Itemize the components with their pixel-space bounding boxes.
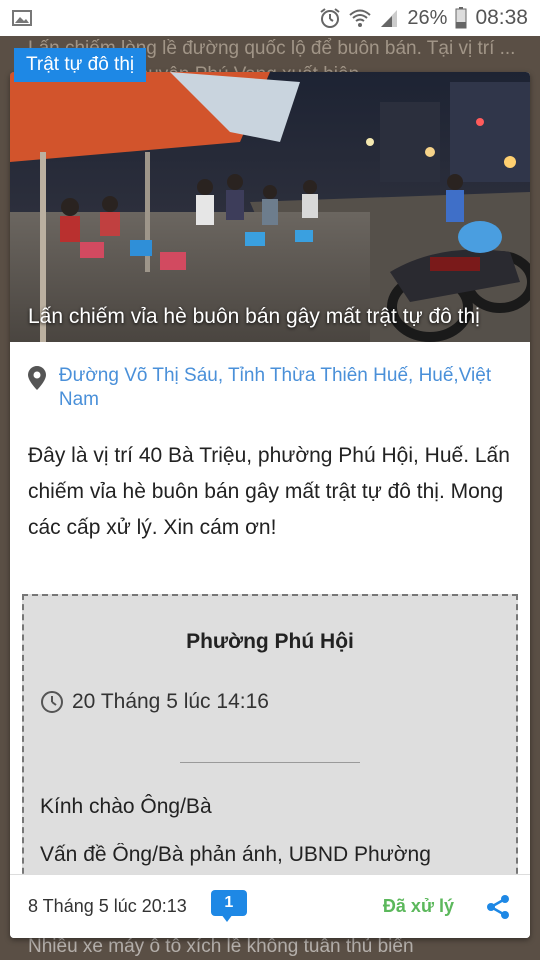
share-icon[interactable] — [484, 893, 512, 921]
battery-icon — [455, 7, 467, 29]
status-bar: 26% 08:38 — [0, 0, 540, 36]
comment-count-button[interactable]: 1 — [210, 889, 247, 924]
clock-time: 08:38 — [475, 6, 528, 29]
category-tag: Trật tự đô thị — [14, 48, 147, 82]
location-row[interactable]: Đường Võ Thị Sáu, Tỉnh Thừa Thiên Huế, H… — [10, 342, 530, 412]
report-description: Đây là vị trí 40 Bà Triệu, phường Phú Hộ… — [28, 444, 510, 539]
response-datetime: 20 Tháng 5 lúc 14:16 — [72, 690, 269, 713]
clock-icon — [40, 690, 64, 714]
battery-percent: 26% — [407, 6, 448, 29]
response-date-row: 20 Tháng 5 lúc 14:16 — [40, 690, 516, 714]
response-divider — [180, 762, 360, 763]
response-body: Vấn đề Ông/Bà phản ánh, UBND Phường — [40, 843, 431, 866]
alarm-icon — [319, 7, 341, 29]
location-address-link[interactable]: Đường Võ Thị Sáu, Tỉnh Thừa Thiên Huế, H… — [59, 364, 512, 412]
response-greeting: Kính chào Ông/Bà — [40, 795, 212, 818]
card-footer: 8 Tháng 5 lúc 20:13 1 Đã xử lý — [10, 874, 530, 938]
photo-caption: Lấn chiếm vỉa hè buôn bán gây mất trật t… — [28, 305, 480, 328]
responding-organization: Phường Phú Hội — [186, 630, 354, 653]
image-icon — [12, 10, 32, 26]
posted-datetime: 8 Tháng 5 lúc 20:13 — [28, 896, 187, 916]
comment-count: 1 — [210, 889, 247, 916]
status-badge: Đã xử lý — [382, 896, 454, 916]
report-photo[interactable]: Lấn chiếm vỉa hè buôn bán gây mất trật t… — [10, 72, 530, 342]
report-card[interactable]: Lấn chiếm vỉa hè buôn bán gây mất trật t… — [10, 72, 530, 938]
location-pin-icon — [28, 366, 49, 395]
signal-icon — [379, 8, 399, 28]
wifi-icon — [349, 8, 372, 28]
comment-bubble-tail — [220, 913, 233, 922]
official-response: Phường Phú Hội 20 Tháng 5 lúc 14:16 Kính… — [22, 594, 518, 894]
